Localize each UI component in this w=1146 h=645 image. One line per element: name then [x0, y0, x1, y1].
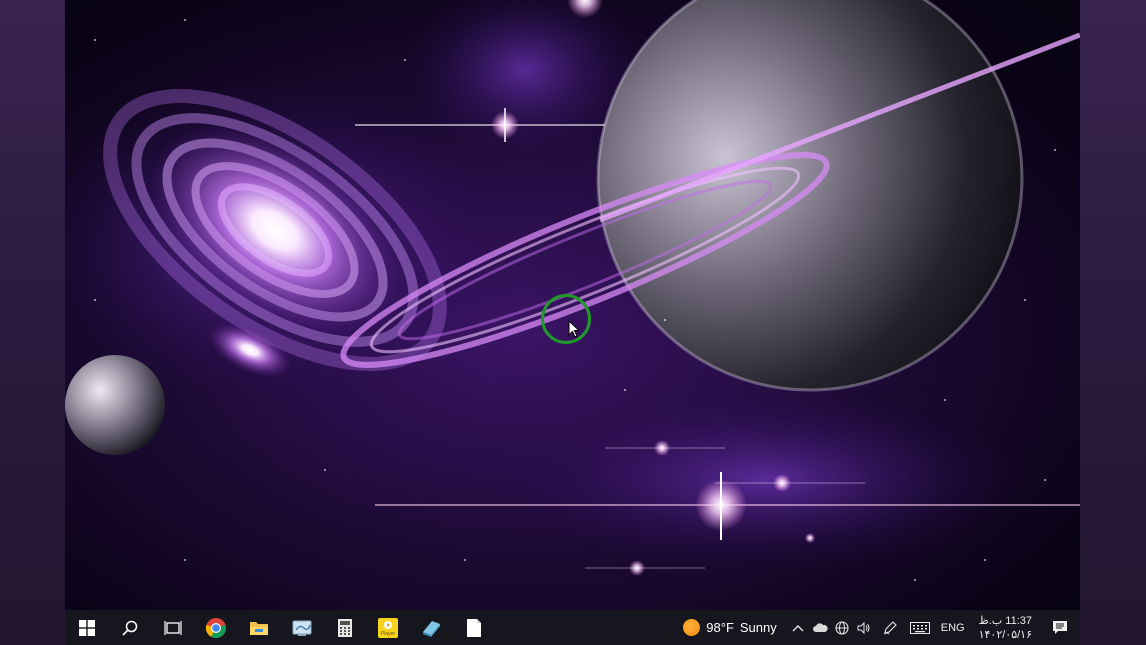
clock-time: 11:37 ب.ظ: [978, 614, 1032, 627]
mouse-pointer-icon: [568, 320, 580, 338]
player-icon: Player: [377, 617, 398, 638]
pen-tray-button[interactable]: [875, 610, 905, 645]
start-button[interactable]: [65, 610, 108, 645]
left-letterbox: [0, 0, 65, 645]
weather-condition: Sunny: [739, 620, 777, 635]
document-icon: [466, 618, 481, 637]
action-center-button[interactable]: [1040, 610, 1080, 645]
right-letterbox: [1080, 0, 1146, 645]
calculator-icon: [337, 618, 352, 637]
network-tray-button[interactable]: [831, 610, 853, 645]
file-explorer-button[interactable]: [237, 610, 280, 645]
notepad-button[interactable]: [452, 610, 495, 645]
control-panel-icon: [292, 620, 311, 636]
chevron-up-icon: [792, 624, 804, 631]
search-button[interactable]: [108, 610, 151, 645]
taskbar: Player 98°F Sunny ENG 11:37 ب.ظ ۱۴۰۲/۰۵/…: [65, 610, 1080, 645]
windows-logo-icon: [78, 619, 95, 636]
cloud-icon: [812, 622, 828, 632]
desktop[interactable]: [65, 0, 1080, 610]
speaker-icon: [857, 621, 870, 634]
cursor-highlight-ring: [541, 294, 591, 344]
clock-date: ۱۴۰۲/۰۵/۱۶: [978, 628, 1032, 641]
input-language-button[interactable]: ENG: [935, 622, 971, 634]
clock-button[interactable]: 11:37 ب.ظ ۱۴۰۲/۰۵/۱۶: [971, 614, 1040, 642]
globe-icon: [835, 620, 849, 635]
task-view-icon: [163, 620, 182, 635]
pen-icon: [883, 620, 897, 634]
chrome-icon: [205, 617, 226, 638]
show-hidden-icons-button[interactable]: [787, 610, 809, 645]
notification-icon: [1053, 621, 1067, 634]
weather-widget[interactable]: 98°F Sunny: [677, 619, 786, 636]
media-player-button[interactable]: Player: [366, 610, 409, 645]
keyboard-icon: [909, 621, 930, 634]
sunny-weather-icon: [683, 619, 701, 636]
calculator-button[interactable]: [323, 610, 366, 645]
eraser-app-button[interactable]: [409, 610, 452, 645]
task-view-button[interactable]: [151, 610, 194, 645]
control-panel-button[interactable]: [280, 610, 323, 645]
eraser-icon: [422, 620, 440, 637]
folder-icon: [249, 621, 268, 635]
system-tray: 98°F Sunny ENG 11:37 ب.ظ ۱۴۰۲/۰۵/۱۶: [677, 610, 1080, 645]
player-icon-label: Player: [380, 631, 395, 637]
volume-tray-button[interactable]: [853, 610, 875, 645]
chrome-button[interactable]: [194, 610, 237, 645]
search-icon: [121, 620, 137, 636]
touch-keyboard-button[interactable]: [905, 610, 935, 645]
onedrive-tray-button[interactable]: [809, 610, 831, 645]
weather-temperature: 98°F: [706, 620, 734, 635]
